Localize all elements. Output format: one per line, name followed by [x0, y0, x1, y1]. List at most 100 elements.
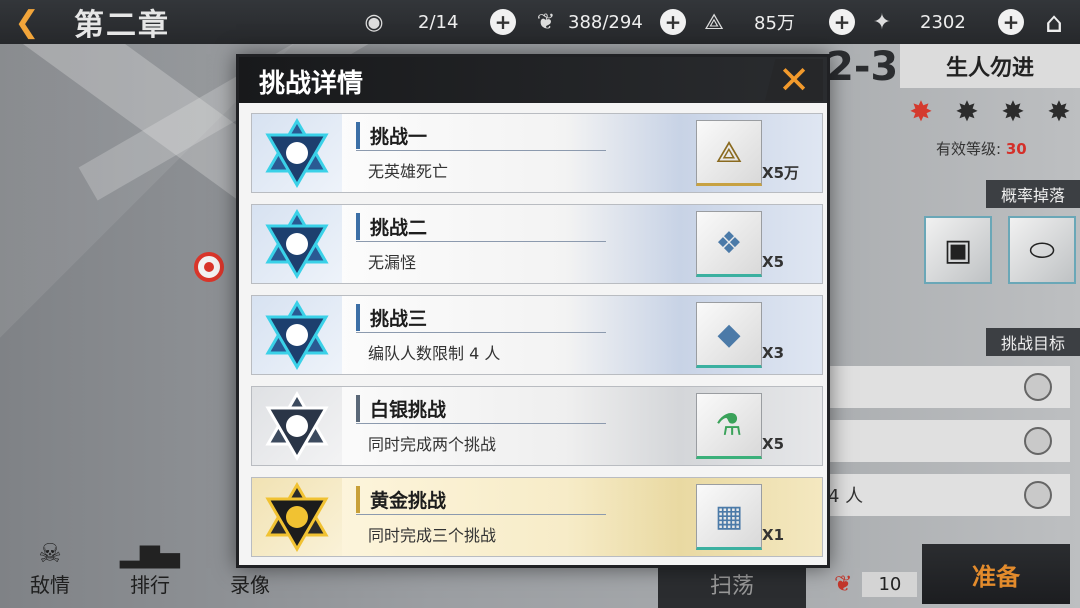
skull-icon: ☠ — [38, 538, 62, 569]
reward-item[interactable]: ❖ — [696, 211, 762, 277]
triangle-crystal-icon: ⟁ — [715, 134, 743, 170]
reward-item[interactable]: ◆ — [696, 302, 762, 368]
reward-qty: X5万 — [762, 164, 800, 182]
drop-item-exp-capsule[interactable]: ⬭ — [1008, 216, 1076, 284]
triangle-crystal-icon: ⟁ — [704, 9, 724, 35]
objective-check — [1024, 427, 1052, 455]
reward-item[interactable]: ⟁ — [696, 120, 762, 186]
badge-frame — [252, 296, 342, 374]
challenge-title: 白银挑战 — [356, 395, 446, 422]
challenge-title: 黄金挑战 — [356, 486, 446, 513]
fist-star-badge-icon — [265, 118, 329, 188]
stat-value: 388/294 — [568, 11, 643, 33]
bar-chart-icon: ▂▆▄ — [120, 538, 180, 569]
modal-header: 挑战详情 ✕ — [239, 57, 827, 103]
star-skull-icon: ✸ — [1001, 95, 1025, 128]
close-button[interactable]: ✕ — [765, 59, 823, 101]
divider — [356, 514, 606, 515]
add-eye-button[interactable]: + — [490, 9, 516, 35]
effective-level-label: 有效等级: — [936, 140, 1002, 158]
challenge-title: 挑战三 — [356, 304, 427, 331]
objective-row: 4 人 — [820, 474, 1070, 516]
crystal-cube-icon: ◆ — [717, 316, 741, 352]
reward-qty: X3 — [762, 344, 785, 362]
chapter-title: 第二章 — [74, 8, 170, 43]
objective-row — [820, 420, 1070, 462]
badge-frame — [252, 114, 342, 192]
exp-capsule-icon: ⬭ — [1029, 232, 1055, 268]
challenge-item: 挑战二 无漏怪 ❖ X5 — [251, 204, 823, 284]
modal-title: 挑战详情 — [259, 69, 364, 99]
home-button[interactable]: ⌂ — [1028, 0, 1080, 44]
objectives-section-title: 挑战目标 — [986, 328, 1080, 356]
objective-text: 4 人 — [828, 486, 864, 507]
home-icon: ⌂ — [1045, 5, 1063, 39]
ready-button[interactable]: 准备 — [922, 544, 1070, 604]
nav-label: 录像 — [230, 572, 270, 597]
reward-qty: X5 — [762, 253, 785, 271]
fist-star-badge-icon — [265, 482, 329, 552]
add-star-shard-button[interactable]: + — [998, 9, 1024, 35]
back-button[interactable]: ❮ — [0, 0, 54, 44]
objective-row — [820, 366, 1070, 408]
divider — [356, 423, 606, 424]
stamina-cost-value: 10 — [862, 572, 918, 597]
rubik-cube-icon: ▦ — [714, 498, 744, 534]
challenge-details-modal: 挑战详情 ✕ 挑战一 无英雄死亡 ⟁ X5万 挑战二 无漏怪 ❖ X5 挑战三 … — [236, 54, 830, 568]
stat-eye: ◉ 2/14 — [356, 0, 458, 44]
add-heart-button[interactable]: + — [660, 9, 686, 35]
challenge-desc: 同时完成两个挑战 — [368, 435, 497, 454]
challenge-title: 挑战一 — [356, 122, 427, 149]
stat-star-shard: ✦ 2302 — [864, 0, 966, 44]
fist-star-badge-icon — [265, 209, 329, 279]
objective-check — [1024, 373, 1052, 401]
fist-star-badge-icon — [265, 300, 329, 370]
reward-qty: X1 — [762, 526, 785, 544]
badge-frame — [252, 387, 342, 465]
challenge-item: 白银挑战 同时完成两个挑战 ⚗ X5 — [251, 386, 823, 466]
heart-icon: ❦ — [536, 9, 556, 35]
star-skull-icon: ✸ — [1047, 95, 1071, 128]
heart-icon: ❦ — [834, 572, 853, 597]
add-crystal-button[interactable]: + — [829, 9, 855, 35]
effective-level-value: 30 — [1005, 140, 1027, 158]
objective-check — [1024, 481, 1052, 509]
stat-heart: ❦ 388/294 — [528, 0, 643, 44]
stage-stars: ✸ ✸ ✸ ✸ — [905, 96, 1075, 128]
challenge-desc: 同时完成三个挑战 — [368, 526, 497, 545]
star-skull-icon: ✸ — [909, 95, 933, 128]
stamina-cost: ❦ 10 — [834, 572, 918, 597]
badge-frame — [252, 478, 342, 556]
effective-level: 有效等级: 30 — [936, 138, 1027, 159]
cube-tiles-icon: ❖ — [715, 225, 743, 261]
flask-icon: ⚗ — [715, 407, 743, 443]
drop-section-title: 概率掉落 — [986, 180, 1080, 208]
supply-box-icon: ▣ — [943, 232, 973, 268]
badge-frame — [252, 205, 342, 283]
stat-value: 2302 — [920, 11, 966, 33]
reward-qty: X5 — [762, 435, 785, 453]
map-node-target-icon[interactable] — [194, 252, 224, 282]
fist-star-badge-icon — [265, 391, 329, 461]
nav-label: 敌情 — [30, 572, 70, 597]
reward-item[interactable]: ⚗ — [696, 393, 762, 459]
challenge-desc: 无漏怪 — [368, 253, 417, 272]
close-icon: ✕ — [778, 58, 810, 102]
eye-icon: ◉ — [364, 9, 384, 35]
divider — [356, 150, 606, 151]
challenge-desc: 编队人数限制 4 人 — [368, 344, 501, 363]
reward-item[interactable]: ▦ — [696, 484, 762, 550]
challenge-item: 黄金挑战 同时完成三个挑战 ▦ X1 — [251, 477, 823, 557]
top-bar: ❮ 第二章 ◉ 2/14 + ❦ 388/294 + ⟁ 85万 + ✦ 230… — [0, 0, 1080, 44]
stat-value: 85万 — [754, 13, 795, 34]
stage-code: 2-3 — [826, 44, 899, 90]
nav-enemy-info[interactable]: ☠ 敌情 — [0, 528, 100, 608]
challenge-desc: 无英雄死亡 — [368, 162, 449, 181]
divider — [356, 332, 606, 333]
star-shard-icon: ✦ — [872, 9, 892, 35]
nav-ranking[interactable]: ▂▆▄ 排行 — [100, 528, 200, 608]
star-skull-icon: ✸ — [955, 95, 979, 128]
drop-item-supply-box[interactable]: ▣ — [924, 216, 992, 284]
stat-value: 2/14 — [418, 11, 459, 33]
stat-crystal: ⟁ 85万 — [696, 0, 795, 44]
